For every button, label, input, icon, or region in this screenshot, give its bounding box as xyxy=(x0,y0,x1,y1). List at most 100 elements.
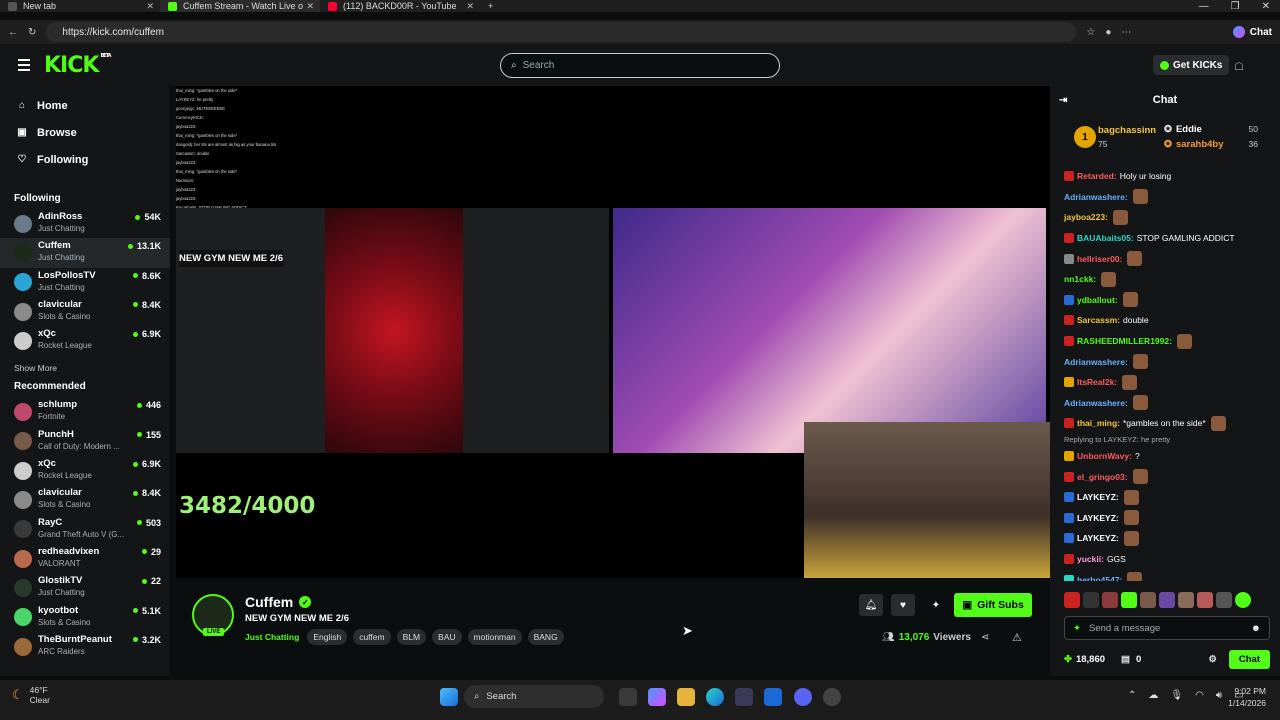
chat-username[interactable]: ItsReal2k: xyxy=(1077,377,1117,387)
sidebar-item-browse[interactable]: ▣ Browse xyxy=(0,119,170,146)
emote-icon[interactable] xyxy=(1102,592,1118,608)
cloud-icon[interactable]: ☁ xyxy=(1148,690,1158,701)
taskbar-search[interactable]: ⌕ Search xyxy=(464,685,604,708)
url-field[interactable]: https://kick.com/cuffem xyxy=(46,22,1077,42)
chat-username[interactable]: ydballout: xyxy=(1077,295,1118,305)
chat-username[interactable]: LAYKEYZ: xyxy=(1077,513,1119,523)
channel-name[interactable]: Cuffem xyxy=(245,594,293,610)
copilot-icon[interactable] xyxy=(648,688,666,706)
chat-username[interactable]: jayboa223: xyxy=(1064,212,1108,222)
minimize-icon[interactable]: — xyxy=(1199,1,1209,12)
tab-youtube[interactable]: (112) BACKD00R - YouTube ✕ xyxy=(320,0,480,12)
menu-icon[interactable] xyxy=(18,59,30,71)
tag-pill[interactable]: BANG xyxy=(527,629,564,645)
chat-username[interactable]: Adrianwashere: xyxy=(1064,192,1128,202)
volume-icon[interactable]: 🔊︎ xyxy=(1216,690,1222,701)
chat-username[interactable]: nn1ckk: xyxy=(1064,274,1096,284)
chat-username[interactable]: Retarded: xyxy=(1077,171,1117,181)
chat-username[interactable]: LAYKEYZ: xyxy=(1077,533,1119,543)
chat-username[interactable]: herbo4547: xyxy=(1077,575,1122,581)
chat-username[interactable]: hellriser00: xyxy=(1077,254,1122,264)
chat-username[interactable]: Adrianwashere: xyxy=(1064,357,1128,367)
profile-icon[interactable]: ● xyxy=(1105,27,1111,38)
emote-icon[interactable] xyxy=(1064,592,1080,608)
sidebar-channel[interactable]: kyootbot Slots & Casino 5.1K xyxy=(0,603,170,632)
emote-icon[interactable] xyxy=(1140,592,1156,608)
favorites-icon[interactable]: ☆ xyxy=(1086,27,1095,38)
share-icon[interactable]: ⋖ xyxy=(981,632,989,643)
sidebar-channel[interactable]: clavicular Slots & Casino 8.4K xyxy=(0,297,170,326)
emote-icon[interactable] xyxy=(1178,592,1194,608)
close-tab-icon[interactable]: ✕ xyxy=(146,1,154,12)
tag-pill[interactable]: BAU xyxy=(432,629,462,645)
user-menu-icon[interactable]: ☖ xyxy=(1234,60,1244,73)
sidebar-channel[interactable]: redheadvixen VALORANT 29 xyxy=(0,544,170,573)
gift-icon-button[interactable]: ✦ xyxy=(924,594,948,616)
file-explorer-icon[interactable] xyxy=(677,688,695,706)
sidebar-channel[interactable]: RayC Grand Theft Auto V (G... 503 xyxy=(0,515,170,544)
emote-icon[interactable] xyxy=(1216,592,1232,608)
copilot-chat-button[interactable]: Chat xyxy=(1232,26,1272,38)
collapse-chat-icon[interactable]: ⇥ xyxy=(1059,95,1067,106)
new-tab-button[interactable]: + xyxy=(480,0,501,12)
store-icon[interactable] xyxy=(735,688,753,706)
sidebar-channel[interactable]: clavicular Slots & Casino 8.4K xyxy=(0,485,170,514)
sidebar-channel[interactable]: LosPollosTV Just Chatting 8.6K xyxy=(0,268,170,297)
clock[interactable]: 9:02 PM 1/14/2026 xyxy=(1228,685,1266,709)
chat-username[interactable]: Sarcassm: xyxy=(1077,315,1120,325)
sidebar-item-following[interactable]: ♡ Following xyxy=(0,146,170,173)
show-more-link[interactable]: Show More xyxy=(0,355,170,381)
settings-icon[interactable]: ⚙ xyxy=(1208,654,1217,665)
tag-pill[interactable]: motionman xyxy=(467,629,522,645)
tab-kick[interactable]: Cuffem Stream - Watch Live o ✕ xyxy=(160,0,320,12)
emote-icon[interactable] xyxy=(1121,592,1137,608)
leader-third[interactable]: ✪ sarahb4by xyxy=(1164,139,1224,150)
get-kicks-button[interactable]: Get KICKs xyxy=(1153,55,1230,75)
emote-icon[interactable] xyxy=(1235,592,1251,608)
chat-username[interactable]: UnbornWavy: xyxy=(1077,451,1132,461)
chat-username[interactable]: thai_ming: xyxy=(1077,418,1120,428)
tray-chevron-icon[interactable]: ⌃ xyxy=(1128,690,1136,701)
reload-icon[interactable]: ↻ xyxy=(28,27,36,38)
sidebar-channel[interactable]: AdinRoss Just Chatting 54K xyxy=(0,209,170,238)
tab-new[interactable]: New tab ✕ xyxy=(0,0,160,12)
weather-widget[interactable]: ☾ 46°F Clear xyxy=(12,685,50,705)
close-tab-icon[interactable]: ✕ xyxy=(306,1,314,12)
chat-username[interactable]: el_gringo03: xyxy=(1077,472,1128,482)
sidebar-item-home[interactable]: ⌂ Home xyxy=(0,92,170,119)
chat-input[interactable]: ✦ Send a message ☻ xyxy=(1064,616,1270,640)
emote-icon[interactable] xyxy=(1159,592,1175,608)
emote-icon[interactable] xyxy=(1083,592,1099,608)
video-player[interactable]: thai_ming: *gambles on the side* LAYKEYZ:… xyxy=(176,86,1050,578)
report-icon[interactable]: ⚠ xyxy=(1012,631,1022,644)
tag-pill[interactable]: English xyxy=(307,629,348,645)
outlook-icon[interactable] xyxy=(764,688,782,706)
discord-icon[interactable] xyxy=(794,688,812,706)
start-icon[interactable] xyxy=(440,688,458,706)
sidebar-channel[interactable]: PunchH Call of Duty: Modern ... 155 xyxy=(0,427,170,456)
sidebar-channel[interactable]: GlostikTV Just Chatting 22 xyxy=(0,573,170,602)
chat-username[interactable]: RASHEEDMILLER1992: xyxy=(1077,336,1172,346)
edge-icon[interactable] xyxy=(706,688,724,706)
sidebar-channel[interactable]: xQc Rocket League 6.9K xyxy=(0,326,170,355)
send-chat-button[interactable]: Chat xyxy=(1228,649,1270,669)
search-input[interactable]: ⌕ Search xyxy=(500,53,780,78)
category-link[interactable]: Just Chatting xyxy=(245,632,299,642)
tag-pill[interactable]: BLM xyxy=(396,629,427,645)
chat-username[interactable]: Adrianwashere: xyxy=(1064,398,1128,408)
mic-icon[interactable]: 🎙︎ xyxy=(1170,690,1183,701)
emoji-icon[interactable]: ☻ xyxy=(1251,623,1261,634)
follow-button[interactable]: ♥ xyxy=(891,594,915,616)
chrome-icon[interactable] xyxy=(823,688,841,706)
tag-pill[interactable]: cuffem xyxy=(353,629,391,645)
sidebar-channel[interactable]: xQc Rocket League 6.9K xyxy=(0,456,170,485)
chat-username[interactable]: yuckii: xyxy=(1077,554,1104,564)
sidebar-channel[interactable]: schlump Fortnite 446 xyxy=(0,397,170,426)
notifications-button[interactable]: 🔔︎ xyxy=(859,594,883,616)
emote-icon[interactable] xyxy=(1197,592,1213,608)
gift-subs-button[interactable]: ▣ Gift Subs xyxy=(954,593,1032,617)
leader-first-name[interactable]: bagchassinn xyxy=(1098,125,1156,136)
chat-username[interactable]: LAYKEYZ: xyxy=(1077,492,1119,502)
sidebar-channel[interactable]: Cuffem Just Chatting 13.1K xyxy=(0,238,170,268)
leader-second[interactable]: ✪ Eddie xyxy=(1164,124,1202,135)
